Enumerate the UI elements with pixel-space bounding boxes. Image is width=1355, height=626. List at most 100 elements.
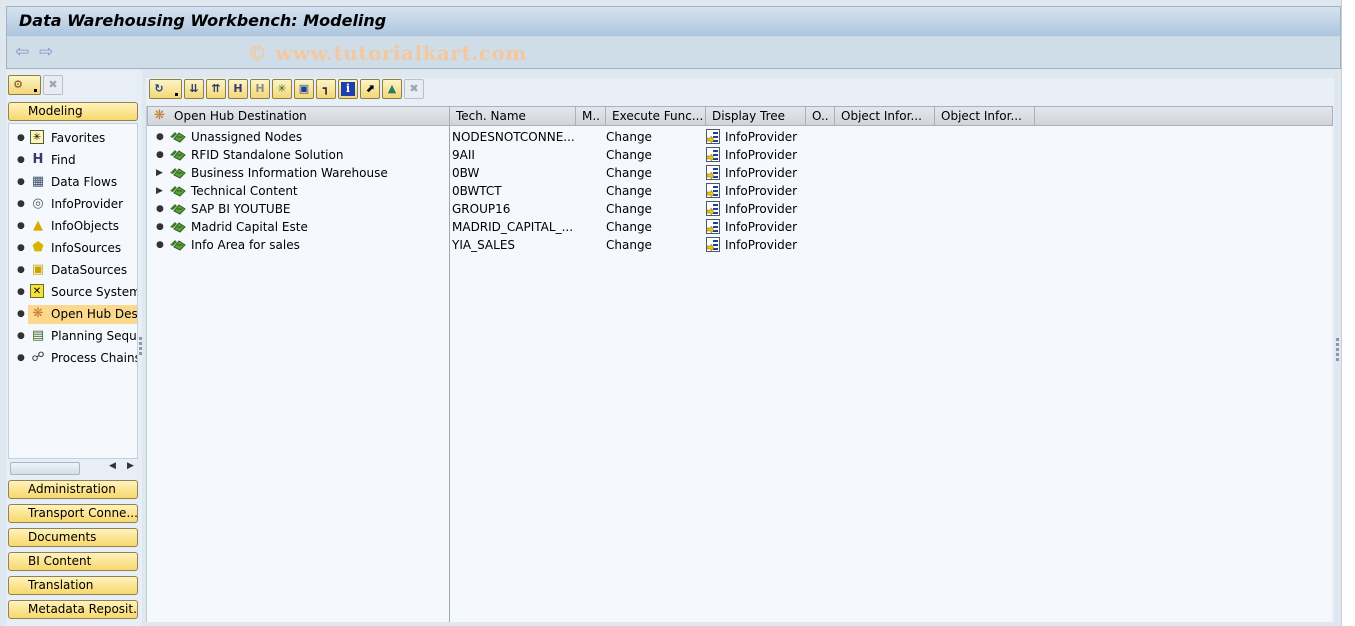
leaf-bullet-icon: ● [156, 132, 164, 142]
row-name[interactable]: Info Area for sales [191, 236, 300, 254]
infoarea-icon [170, 130, 186, 144]
collapse-icon: ⇈ [211, 82, 221, 95]
navigation-toolbar: ⚙ ✖ [8, 75, 65, 95]
forward-arrow-icon[interactable]: ⇨ [39, 43, 57, 61]
row-execute-function[interactable]: Change [606, 182, 652, 200]
nav-item-infoobjects[interactable]: ● ▲ InfoObjects [9, 216, 137, 236]
nav-item-source-systems[interactable]: ● ✕ Source Systems [9, 282, 137, 302]
row-name[interactable]: RFID Standalone Solution [191, 146, 343, 164]
nav-item-favorites[interactable]: ● ✳ Favorites [9, 128, 137, 148]
nav-item-data-flows[interactable]: ● ▦ Data Flows [9, 172, 137, 192]
section-administration[interactable]: Administration [8, 480, 138, 499]
nav-item-open-hub-destination[interactable]: ● ❋ Open Hub Desti [9, 304, 137, 324]
nav-item-process-chains[interactable]: ● ☍ Process Chains [9, 348, 137, 368]
jump-button[interactable]: ⬈ [360, 79, 380, 99]
table-row[interactable]: ● RFID Standalone Solution 9AII Change InfoP… [147, 146, 1333, 164]
infoarea-icon [170, 148, 186, 162]
row-name[interactable]: Unassigned Nodes [191, 128, 302, 146]
row-execute-function[interactable]: Change [606, 218, 652, 236]
infoarea-icon [170, 220, 186, 234]
table-row[interactable]: ● SAP BI YOUTUBE GROUP16 Change InfoProvider [147, 200, 1333, 218]
print-icon: ▲ [387, 82, 397, 95]
row-display-tree[interactable]: InfoProvider [725, 146, 797, 164]
row-execute-function[interactable]: Change [606, 146, 652, 164]
binoculars-icon: H [233, 82, 243, 95]
nav-item-infosources[interactable]: ● ⬟ InfoSources [9, 238, 137, 258]
section-metadata-repository[interactable]: Metadata Reposit... [8, 600, 138, 619]
horizontal-scrollbar[interactable]: ◀ ▶ [8, 460, 138, 476]
close-panel-button[interactable]: ✖ [43, 75, 63, 95]
column-header-open-hub-destination[interactable]: ❋ Open Hub Destination [148, 107, 450, 125]
table-row[interactable]: ▶ Business Information Warehouse 0BW Change… [147, 164, 1333, 182]
title-bar: Data Warehousing Workbench: Modeling [6, 6, 1341, 36]
row-display-tree[interactable]: InfoProvider [725, 128, 797, 146]
row-tech-name: MADRID_CAPITAL_... [452, 220, 574, 234]
back-arrow-icon[interactable]: ⇦ [15, 43, 33, 61]
row-display-tree[interactable]: InfoProvider [725, 218, 797, 236]
row-display-tree[interactable]: InfoProvider [725, 200, 797, 218]
row-name[interactable]: Madrid Capital Este [191, 218, 308, 236]
navigation-panel: ⚙ ✖ Modeling ● ✳ Favorites ● H Find ● ▦ … [6, 70, 142, 626]
nav-item-datasources[interactable]: ● ▣ DataSources [9, 260, 137, 280]
top-splitter-handle[interactable] [730, 74, 755, 85]
create-button[interactable]: ✳ [272, 79, 292, 99]
column-header-o[interactable]: O.. [806, 107, 835, 125]
table-row[interactable]: ● Madrid Capital Este MADRID_CAPITAL_... Ch… [147, 218, 1333, 236]
infoarea-icon [170, 202, 186, 216]
table-row[interactable]: ▶ Technical Content 0BWTCT Change InfoProvid… [147, 182, 1333, 200]
column-header-tech-name[interactable]: Tech. Name [450, 107, 576, 125]
tree-toolbar: ↻ ⇊ ⇈ H H ✳ ▣ ┓ i ⬈ ▲ ✖ [149, 79, 426, 99]
application-toolbar: ⇦ ⇨ © www.tutorialkart.com [6, 36, 1341, 69]
column-header-object-info-2[interactable]: Object Infor... [935, 107, 1035, 125]
row-name[interactable]: Business Information Warehouse [191, 164, 388, 182]
column-header-object-info-1[interactable]: Object Infor... [835, 107, 935, 125]
row-execute-function[interactable]: Change [606, 236, 652, 254]
section-documents[interactable]: Documents [8, 528, 138, 547]
hierarchy-button[interactable]: ┓ [316, 79, 336, 99]
row-name[interactable]: SAP BI YOUTUBE [191, 200, 291, 218]
column-header-m[interactable]: M.. [576, 107, 606, 125]
scrollbar-thumb[interactable] [10, 462, 80, 475]
close-tree-button[interactable]: ✖ [404, 79, 424, 99]
row-display-tree[interactable]: InfoProvider [725, 236, 797, 254]
section-bi-content[interactable]: BI Content [8, 552, 138, 571]
expand-arrow-icon[interactable]: ▶ [156, 164, 163, 182]
column-header-execute-function[interactable]: Execute Func... [606, 107, 706, 125]
refresh-dropdown-button[interactable]: ↻ [149, 79, 182, 99]
section-transport-connection[interactable]: Transport Conne... [8, 504, 138, 523]
section-translation[interactable]: Translation [8, 576, 138, 595]
infoprovider-icon: ◎ [32, 196, 44, 211]
left-splitter-handle[interactable] [139, 337, 142, 357]
expand-all-button[interactable]: ⇊ [184, 79, 204, 99]
collapse-all-button[interactable]: ⇈ [206, 79, 226, 99]
datasources-icon: ▣ [31, 262, 45, 277]
row-display-tree[interactable]: InfoProvider [725, 164, 797, 182]
scroll-left-icon[interactable]: ◀ [109, 461, 116, 471]
nav-item-planning-sequence[interactable]: ● ▤ Planning Sequer [9, 326, 137, 346]
nav-item-find[interactable]: ● H Find [9, 150, 137, 170]
display-settings-dropdown[interactable]: ⚙ [8, 75, 41, 95]
column-header-display-tree[interactable]: Display Tree [706, 107, 806, 125]
find-button[interactable]: H [228, 79, 248, 99]
row-execute-function[interactable]: Change [606, 128, 652, 146]
scroll-right-icon[interactable]: ▶ [127, 461, 134, 471]
info-button[interactable]: i [338, 79, 358, 99]
display-tree-icon [706, 219, 720, 234]
table-row[interactable]: ● Unassigned Nodes NODESNOTCONNE... Change I… [147, 128, 1333, 146]
planning-sequence-icon: ▤ [31, 328, 45, 343]
section-modeling[interactable]: Modeling [8, 102, 138, 121]
right-splitter-handle[interactable] [1336, 338, 1339, 363]
favorites-icon: ✳ [30, 130, 44, 144]
display-tree-icon [706, 183, 720, 198]
nav-item-infoprovider[interactable]: ● ◎ InfoProvider [9, 194, 137, 214]
row-name[interactable]: Technical Content [191, 182, 298, 200]
row-execute-function[interactable]: Change [606, 164, 652, 182]
grid-header: ❋ Open Hub Destination Tech. Name M.. Ex… [147, 106, 1333, 126]
row-display-tree[interactable]: InfoProvider [725, 182, 797, 200]
display-button[interactable]: ▣ [294, 79, 314, 99]
row-execute-function[interactable]: Change [606, 200, 652, 218]
find-next-button[interactable]: H [250, 79, 270, 99]
table-row[interactable]: ● Info Area for sales YIA_SALES Change InfoP… [147, 236, 1333, 254]
expand-arrow-icon[interactable]: ▶ [156, 182, 163, 200]
print-button[interactable]: ▲ [382, 79, 402, 99]
